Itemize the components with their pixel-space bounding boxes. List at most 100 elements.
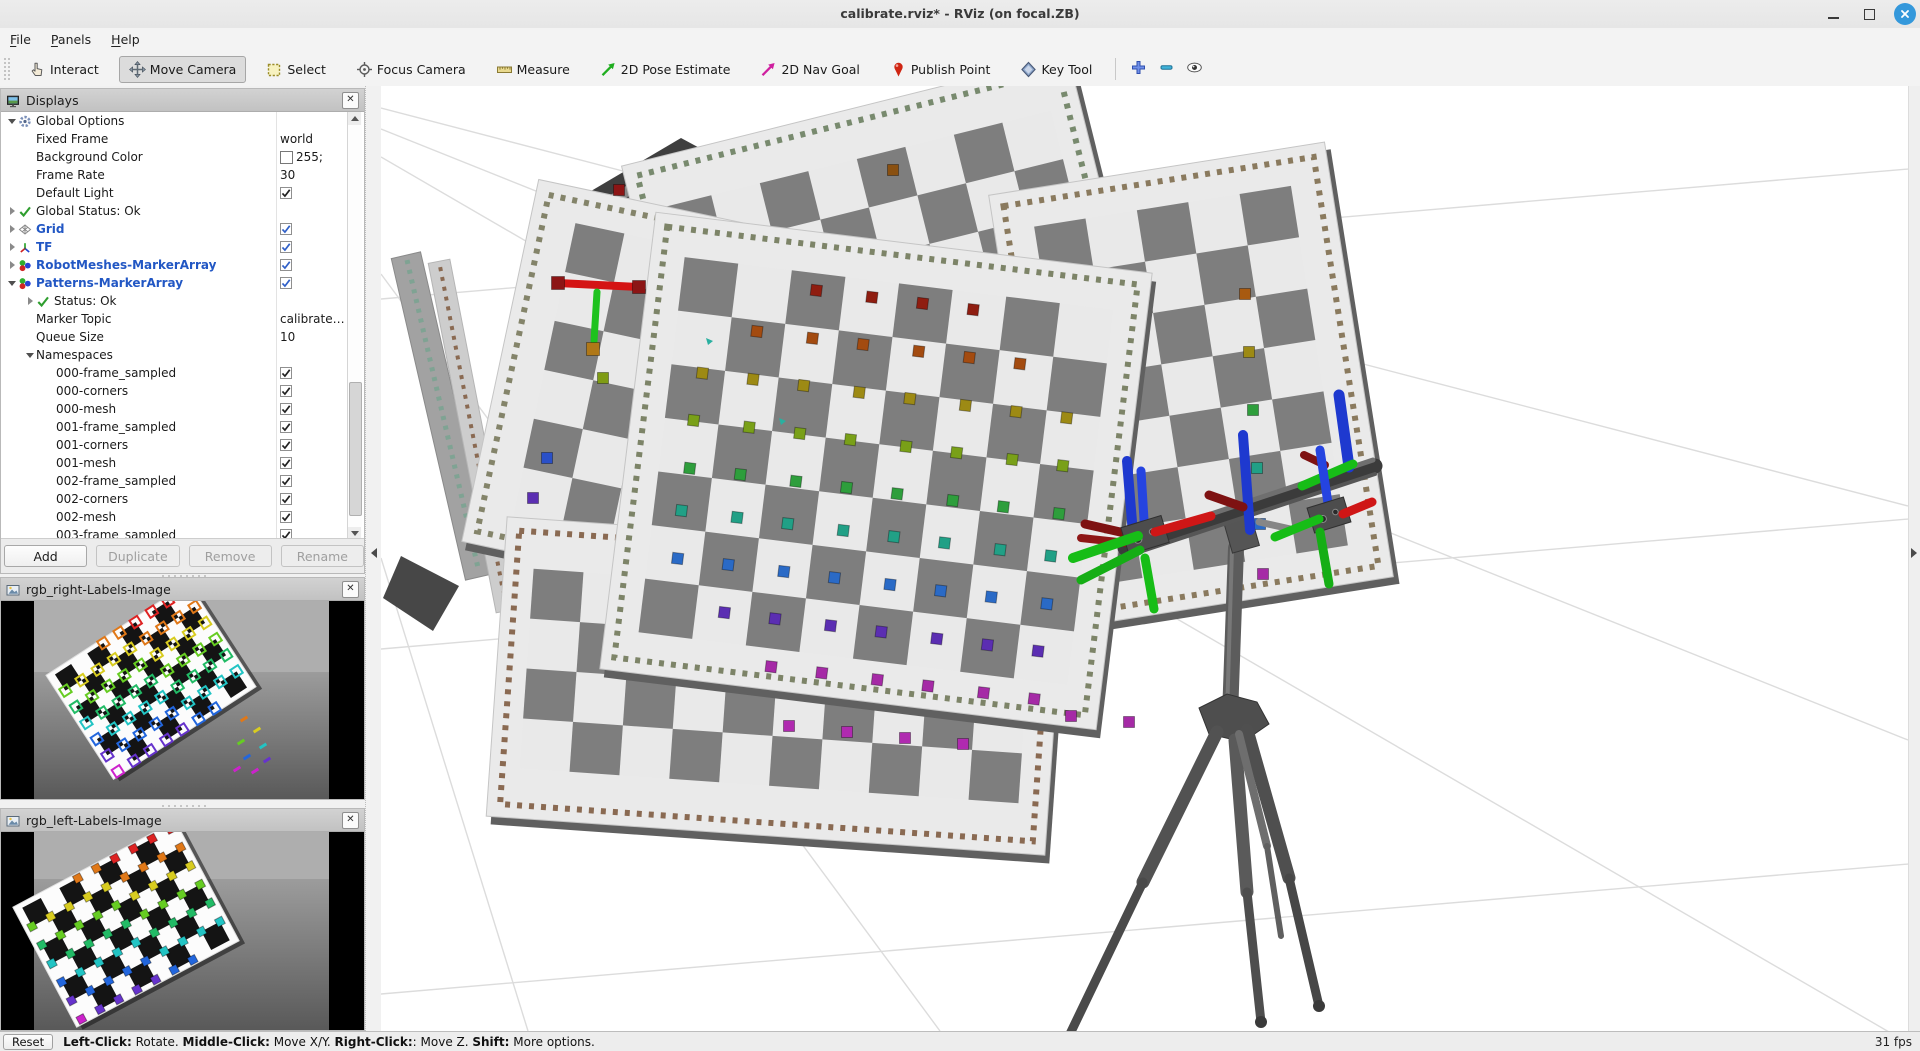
tree-row[interactable]: Global Options bbox=[1, 112, 349, 130]
expand-icon[interactable] bbox=[6, 224, 18, 234]
tool-focus-camera[interactable]: Focus Camera bbox=[346, 56, 476, 83]
tree-row[interactable]: Global Status: Ok bbox=[1, 202, 349, 220]
interact-icon bbox=[29, 61, 46, 78]
publish-point-icon bbox=[890, 61, 907, 78]
menu-panels[interactable]: Panels bbox=[41, 28, 101, 52]
tree-row[interactable]: 000-frame_sampled bbox=[1, 364, 349, 382]
tree-row[interactable]: RobotMeshes-MarkerArray bbox=[1, 256, 349, 274]
tree-row[interactable]: Status: Ok bbox=[1, 292, 349, 310]
menu-help[interactable]: Help bbox=[101, 28, 150, 52]
checkbox[interactable] bbox=[280, 220, 292, 238]
displays-panel-header[interactable]: Displays ✕ bbox=[1, 89, 364, 112]
add-button[interactable]: Add bbox=[4, 545, 87, 567]
expand-icon[interactable] bbox=[6, 206, 18, 216]
tree-row[interactable]: Default Light bbox=[1, 184, 349, 202]
tree-row[interactable]: Marker Topiccalibrate… bbox=[1, 310, 349, 328]
tree-row[interactable]: Fixed Frameworld bbox=[1, 130, 349, 148]
collapse-right-icon[interactable] bbox=[1911, 548, 1917, 558]
checkbox[interactable] bbox=[280, 418, 292, 436]
tool-select[interactable]: Select bbox=[256, 56, 336, 83]
reset-button[interactable]: Reset bbox=[3, 1034, 53, 1050]
tool-move-camera[interactable]: Move Camera bbox=[119, 56, 247, 83]
focus-camera-icon bbox=[356, 61, 373, 78]
remove-tool-button[interactable] bbox=[1154, 57, 1178, 81]
close-button[interactable] bbox=[1894, 3, 1916, 25]
help-segment: Right-Click: bbox=[335, 1035, 413, 1049]
image-panel-right-close-button[interactable]: ✕ bbox=[342, 581, 359, 598]
tree-row[interactable]: 002-mesh bbox=[1, 508, 349, 526]
checkbox[interactable] bbox=[280, 382, 292, 400]
panel-splitter[interactable] bbox=[365, 86, 382, 1031]
checkbox[interactable] bbox=[280, 436, 292, 454]
tree-row[interactable]: 002-corners bbox=[1, 490, 349, 508]
tree-row[interactable]: Frame Rate30 bbox=[1, 166, 349, 184]
checkbox[interactable] bbox=[280, 472, 292, 490]
maximize-button[interactable] bbox=[1858, 3, 1880, 25]
checkbox[interactable] bbox=[280, 490, 292, 508]
tree-row[interactable]: TF bbox=[1, 238, 349, 256]
expand-icon[interactable] bbox=[6, 260, 18, 270]
collapse-icon[interactable] bbox=[6, 116, 18, 126]
expand-icon[interactable] bbox=[6, 242, 18, 252]
arrow-spacer bbox=[44, 386, 56, 396]
tool-2d-pose-estimate[interactable]: 2D Pose Estimate bbox=[590, 56, 741, 83]
checkbox[interactable] bbox=[280, 364, 292, 382]
checkbox[interactable] bbox=[280, 508, 292, 526]
tool-interact[interactable]: Interact bbox=[19, 56, 109, 83]
add-tool-button[interactable] bbox=[1126, 57, 1150, 81]
tree-row[interactable]: 000-corners bbox=[1, 382, 349, 400]
tool-measure[interactable]: Measure bbox=[486, 56, 580, 83]
tree-row[interactable]: Grid bbox=[1, 220, 349, 238]
tree-row[interactable]: 000-mesh bbox=[1, 400, 349, 418]
minimize-button[interactable] bbox=[1822, 3, 1844, 25]
image-panel-left-header[interactable]: rgb_left-Labels-Image ✕ bbox=[1, 809, 364, 832]
displays-scrollbar[interactable] bbox=[347, 112, 362, 540]
menu-file[interactable]: File bbox=[0, 28, 41, 52]
tree-row-label: Background Color bbox=[36, 150, 143, 164]
tree-row[interactable]: 001-frame_sampled bbox=[1, 418, 349, 436]
tree-row-value[interactable]: 30 bbox=[280, 166, 295, 184]
tree-row-value[interactable]: calibrate… bbox=[280, 310, 345, 328]
arrow-spacer bbox=[44, 476, 56, 486]
checkbox[interactable] bbox=[280, 256, 292, 274]
tree-row-value[interactable]: world bbox=[280, 130, 313, 148]
arrow-spacer bbox=[24, 134, 36, 144]
tool-label: Measure bbox=[517, 62, 570, 77]
scrollbar-thumb[interactable] bbox=[349, 382, 362, 516]
grid-icon bbox=[18, 223, 33, 236]
tool-2d-nav-goal[interactable]: 2D Nav Goal bbox=[750, 56, 869, 83]
displays-close-button[interactable]: ✕ bbox=[342, 92, 359, 109]
tree-row[interactable]: 001-mesh bbox=[1, 454, 349, 472]
right-splitter[interactable] bbox=[1908, 86, 1920, 1031]
image-panel-right-header[interactable]: rgb_right-Labels-Image ✕ bbox=[1, 578, 364, 601]
checkbox[interactable] bbox=[280, 400, 292, 418]
checkbox[interactable] bbox=[280, 184, 292, 202]
scroll-up-button[interactable] bbox=[348, 112, 361, 125]
tool-publish-point[interactable]: Publish Point bbox=[880, 56, 1001, 83]
collapse-left-icon[interactable] bbox=[371, 548, 377, 558]
visibility-button[interactable] bbox=[1182, 57, 1206, 81]
tree-row[interactable]: Namespaces bbox=[1, 346, 349, 364]
help-segment: Shift: bbox=[472, 1035, 509, 1049]
expand-icon[interactable] bbox=[24, 296, 36, 306]
toolbar-grip[interactable] bbox=[3, 57, 11, 81]
tree-row[interactable]: Patterns-MarkerArray bbox=[1, 274, 349, 292]
tree-row[interactable]: 002-frame_sampled bbox=[1, 472, 349, 490]
3d-viewport[interactable] bbox=[381, 86, 1908, 1031]
tool-key-tool[interactable]: Key Tool bbox=[1010, 56, 1102, 83]
collapse-icon[interactable] bbox=[24, 350, 36, 360]
tree-row[interactable]: 001-corners bbox=[1, 436, 349, 454]
tree-row-value[interactable]: 10 bbox=[280, 328, 295, 346]
arrow-spacer bbox=[44, 458, 56, 468]
tree-row[interactable]: Background Color 255; bbox=[1, 148, 349, 166]
arrow-spacer bbox=[44, 368, 56, 378]
tree-row-value[interactable]: 255; bbox=[280, 148, 323, 166]
image-panel-left-close-button[interactable]: ✕ bbox=[342, 812, 359, 829]
help-segment: Rotate. bbox=[132, 1035, 183, 1049]
tree-row[interactable]: Queue Size10 bbox=[1, 328, 349, 346]
checkbox[interactable] bbox=[280, 454, 292, 472]
collapse-icon[interactable] bbox=[6, 278, 18, 288]
image-panel-left: rgb_left-Labels-Image ✕ bbox=[0, 808, 365, 1031]
checkbox[interactable] bbox=[280, 274, 292, 292]
checkbox[interactable] bbox=[280, 238, 292, 256]
